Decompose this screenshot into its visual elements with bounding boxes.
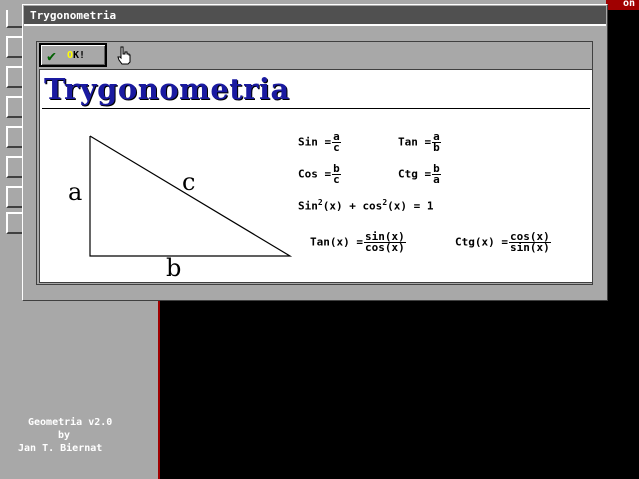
formula-pythagorean-identity: Sin2(x) + cos2(x) = 1 (298, 198, 434, 213)
app-credits: Geometria v2.0 by Jan T. Biernat (10, 416, 150, 455)
formula-sin: Sin = a c (298, 130, 341, 154)
corner-tab-label: on (622, 0, 635, 9)
checkmark-icon: ✔ (47, 47, 57, 65)
formula-tan-x: Tan(x) = sin(x) cos(x) (310, 230, 406, 254)
dialog-title-bar[interactable]: Trygonometria (24, 6, 606, 26)
trig-dialog: Trygonometria ✔ OK! Trygonometria a b c … (22, 4, 608, 301)
ok-button[interactable]: ✔ OK! (39, 43, 107, 67)
background-corner-tab[interactable]: on (606, 0, 639, 10)
triangle-shape (89, 135, 293, 257)
formula-cos: Cos = b c (298, 162, 341, 186)
title-divider (42, 108, 590, 109)
dialog-title: Trygonometria (30, 9, 117, 22)
formula-ctg-x: Ctg(x) = cos(x) sin(x) (455, 230, 551, 254)
formula-ctg: Ctg = b a (398, 162, 441, 186)
hand-pointer-icon[interactable] (115, 45, 133, 65)
credits-author: Jan T. Biernat (18, 443, 103, 454)
side-c-label: c (182, 168, 195, 196)
credits-by: by (58, 430, 71, 441)
ok-button-label: OK! (67, 50, 86, 61)
right-triangle-diagram: a b c (68, 135, 293, 280)
side-b-label: b (166, 254, 181, 280)
side-a-label: a (68, 178, 82, 206)
content-panel: Trygonometria a b c Sin = a c Tan = a b Cos … (39, 69, 593, 283)
page-title: Trygonometria (44, 72, 290, 106)
formula-tan: Tan = a b (398, 130, 441, 154)
credits-version: Geometria v2.0 (28, 417, 113, 428)
